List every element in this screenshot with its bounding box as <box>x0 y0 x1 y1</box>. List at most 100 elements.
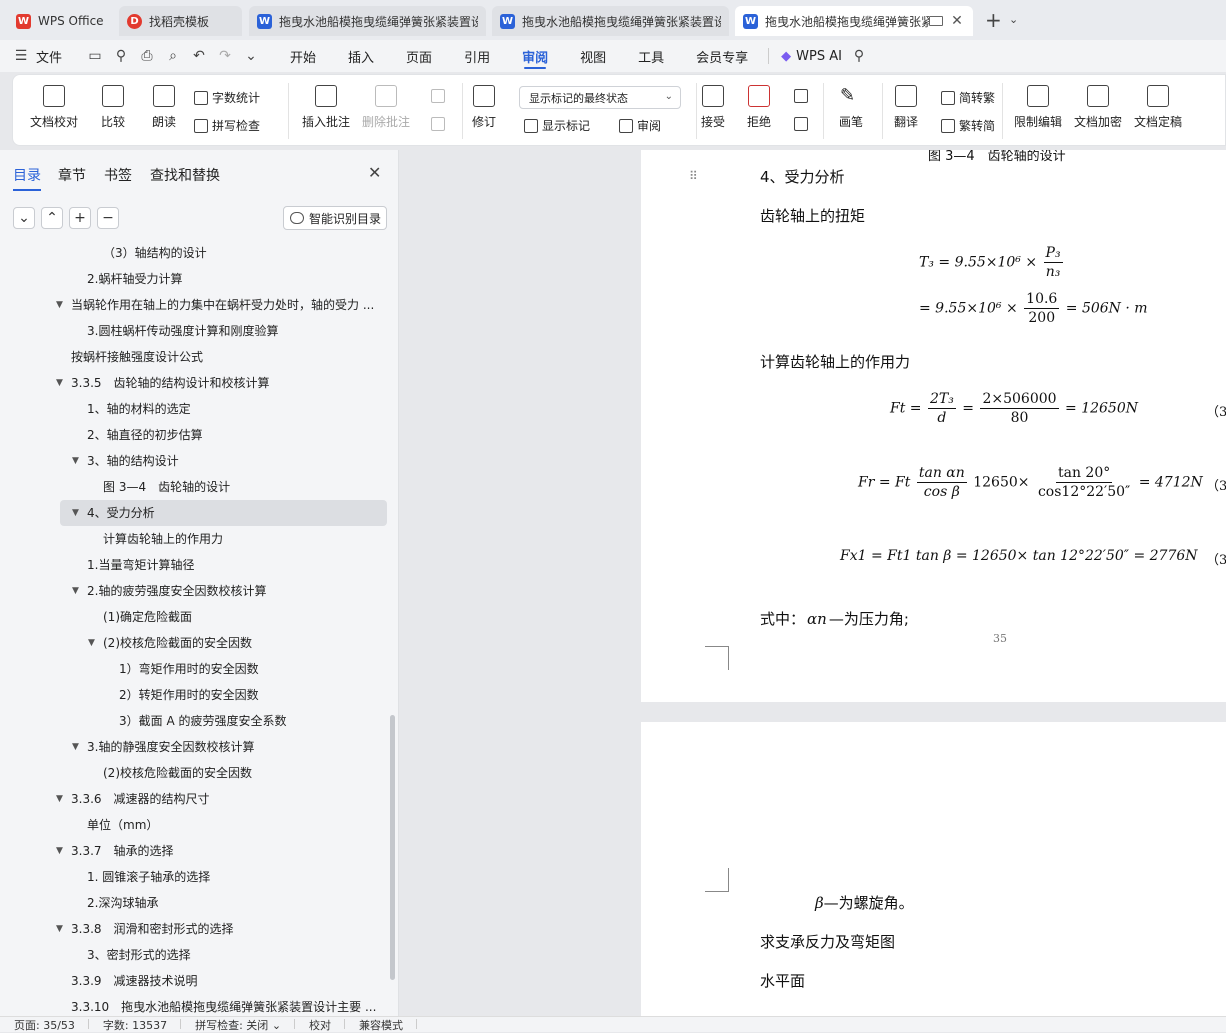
toc-item[interactable]: (1)确定危险截面 <box>103 604 385 630</box>
toc-item[interactable]: 3.3.5 齿轮轴的结构设计和校核计算 <box>71 370 385 396</box>
toc-item[interactable]: 1.当量弯矩计算轴径 <box>87 552 385 578</box>
toc-item[interactable]: 2、轴直径的初步估算 <box>87 422 385 448</box>
status-proof[interactable]: 校对 <box>295 1017 346 1033</box>
to-simplified-button[interactable]: 繁转简 <box>941 117 995 134</box>
markup-mode-select[interactable]: 显示标记的最终状态 ⌄ <box>519 86 681 109</box>
menu-view[interactable]: 视图 <box>568 40 618 72</box>
panel-tab-bookmark[interactable]: 书签 <box>104 165 132 185</box>
status-page[interactable]: 页面: 35/53 <box>0 1017 89 1033</box>
expand-up-button[interactable]: ⌃ <box>41 207 63 229</box>
toc-item[interactable]: 3.轴的静强度安全因数校核计算 <box>87 734 385 760</box>
status-word-count[interactable]: 字数: 13537 <box>89 1017 182 1033</box>
pen-button[interactable]: ✎ 画笔 <box>839 85 863 130</box>
menu-insert[interactable]: 插入 <box>336 40 386 72</box>
expand-arrow-icon[interactable]: ▼ <box>72 742 79 752</box>
toc-item[interactable]: 3、轴的结构设计 <box>87 448 385 474</box>
toc-item[interactable]: 4、受力分析 <box>87 500 385 526</box>
next-change-button[interactable] <box>794 117 812 131</box>
toc-item[interactable]: 2）转矩作用时的安全因数 <box>119 682 385 708</box>
toc-item[interactable]: 3.3.6 减速器的结构尺寸 <box>71 786 385 812</box>
print-icon[interactable]: ⎙ <box>134 40 160 72</box>
to-traditional-button[interactable]: 简转繁 <box>941 89 995 106</box>
encrypt-button[interactable]: 文档加密 <box>1074 85 1122 130</box>
panel-tab-chapter[interactable]: 章节 <box>58 165 86 185</box>
remove-heading-button[interactable]: − <box>97 207 119 229</box>
show-markup-button[interactable]: 显示标记 <box>524 117 590 134</box>
reject-button[interactable]: 拒绝 <box>747 85 771 130</box>
tab-document-2[interactable]: W 拖曳水池船模拖曳缆绳弹簧张紧装置设 <box>492 6 729 36</box>
toc-item[interactable]: 3.3.10 拖曳水池船模拖曳缆绳弹簧张紧装置设计主要 ... <box>71 994 385 1016</box>
save-icon[interactable]: ▭ <box>82 40 108 72</box>
toc-item[interactable]: 1. 圆锥滚子轴承的选择 <box>87 864 385 890</box>
add-heading-button[interactable]: + <box>69 207 91 229</box>
document-page[interactable]: β—为螺旋角。 求支承反力及弯矩图 水平面 <box>641 722 1226 1016</box>
next-comment-button[interactable] <box>431 117 449 131</box>
menu-wps-ai[interactable]: ◆ WPS AI <box>777 40 846 72</box>
toc-item[interactable]: 3.3.8 润滑和密封形式的选择 <box>71 916 385 942</box>
undo-icon[interactable]: ↶ <box>186 40 212 72</box>
document-canvas[interactable]: 图 3—4 齿轮轴的设计 ⠿ 4、受力分析 齿轮轴上的扭矩 T₃ = 9.55×… <box>400 150 1226 1016</box>
share-icon[interactable]: ⚲ <box>108 40 134 72</box>
toc-item[interactable]: 按蜗杆接触强度设计公式 <box>71 344 385 370</box>
expand-arrow-icon[interactable]: ▼ <box>56 794 63 804</box>
smart-toc-button[interactable]: 智能识别目录 <box>283 206 387 230</box>
drag-handle-icon[interactable]: ⠿ <box>689 169 698 183</box>
toc-item[interactable]: 1、轴的材料的选定 <box>87 396 385 422</box>
insert-comment-button[interactable]: 插入批注 <box>302 85 350 130</box>
review-pane-button[interactable]: 审阅 <box>619 117 661 134</box>
tab-document-1[interactable]: W 拖曳水池船模拖曳缆绳弹簧张紧装置设 <box>249 6 486 36</box>
toc-item[interactable]: 1）弯矩作用时的安全因数 <box>119 656 385 682</box>
expand-arrow-icon[interactable]: ▼ <box>72 456 79 466</box>
toc-item[interactable]: 2.蜗杆轴受力计算 <box>87 266 385 292</box>
restrict-edit-button[interactable]: 限制编辑 <box>1014 85 1062 130</box>
redo-icon[interactable]: ↷ <box>212 40 238 72</box>
window-icon[interactable] <box>929 16 943 26</box>
toc-item[interactable]: 图 3—4 齿轮轴的设计 <box>103 474 385 500</box>
more-chevron-icon[interactable]: ⌄ <box>238 40 264 72</box>
tab-wps-office[interactable]: W WPS Office <box>8 6 113 36</box>
menu-member[interactable]: 会员专享 <box>684 40 760 72</box>
chevron-down-icon[interactable]: ⌄ <box>1009 13 1018 26</box>
panel-scrollbar[interactable] <box>390 715 395 980</box>
hamburger-menu-icon[interactable]: ☰ <box>8 40 34 72</box>
tab-document-active[interactable]: W 拖曳水池船模拖曳缆绳弹簧张紧装置设计 ✕ <box>735 6 973 36</box>
toc-item[interactable]: 2.轴的疲劳强度安全因数校核计算 <box>87 578 385 604</box>
finalize-button[interactable]: 文档定稿 <box>1134 85 1182 130</box>
accept-button[interactable]: 接受 <box>701 85 725 130</box>
toc-item[interactable]: 3.3.7 轴承的选择 <box>71 838 385 864</box>
toc-item[interactable]: 当蜗轮作用在轴上的力集中在蜗杆受力处时，轴的受力 ... <box>71 292 385 318</box>
expand-arrow-icon[interactable]: ▼ <box>88 638 95 648</box>
expand-arrow-icon[interactable]: ▼ <box>72 586 79 596</box>
close-tab-icon[interactable]: ✕ <box>949 13 965 29</box>
toc-item[interactable]: 计算齿轮轴上的作用力 <box>103 526 385 552</box>
toc-item[interactable]: 2.深沟球轴承 <box>87 890 385 916</box>
expand-arrow-icon[interactable]: ▼ <box>56 924 63 934</box>
prev-change-button[interactable] <box>794 89 812 103</box>
search-icon[interactable]: ⚲ <box>846 40 872 72</box>
status-spell-check[interactable]: 拼写检查: 关闭 ⌄ <box>181 1017 295 1033</box>
toc-item[interactable]: 单位（mm） <box>87 812 385 838</box>
menu-start[interactable]: 开始 <box>278 40 328 72</box>
read-aloud-button[interactable]: 朗读 <box>152 85 176 130</box>
toc-item[interactable]: （3）轴结构的设计 <box>103 240 385 266</box>
toc-item[interactable]: (2)校核危险截面的安全因数 <box>103 630 385 656</box>
track-changes-button[interactable]: 修订 <box>472 85 496 130</box>
document-page[interactable]: 图 3—4 齿轮轴的设计 ⠿ 4、受力分析 齿轮轴上的扭矩 T₃ = 9.55×… <box>641 150 1226 702</box>
doc-proof-button[interactable]: 文档校对 <box>30 85 78 130</box>
menu-page[interactable]: 页面 <box>394 40 444 72</box>
panel-tab-find-replace[interactable]: 查找和替换 <box>150 165 220 185</box>
compare-button[interactable]: 比较 <box>101 85 125 130</box>
expand-arrow-icon[interactable]: ▼ <box>56 300 63 310</box>
prev-comment-button[interactable] <box>431 89 449 103</box>
menu-reference[interactable]: 引用 <box>452 40 502 72</box>
toc-item[interactable]: 3）截面 A 的疲劳强度安全系数 <box>119 708 385 734</box>
menu-review[interactable]: 审阅 <box>510 40 560 72</box>
expand-arrow-icon[interactable]: ▼ <box>56 378 63 388</box>
toc-item[interactable]: 3、密封形式的选择 <box>87 942 385 968</box>
toc-item[interactable]: (2)校核危险截面的安全因数 <box>103 760 385 786</box>
expand-arrow-icon[interactable]: ▼ <box>72 508 79 518</box>
word-count-button[interactable]: 字数统计 <box>194 89 260 106</box>
new-tab-icon[interactable]: + <box>985 10 1002 30</box>
print-preview-icon[interactable]: ⌕ <box>160 40 186 72</box>
menu-tools[interactable]: 工具 <box>626 40 676 72</box>
